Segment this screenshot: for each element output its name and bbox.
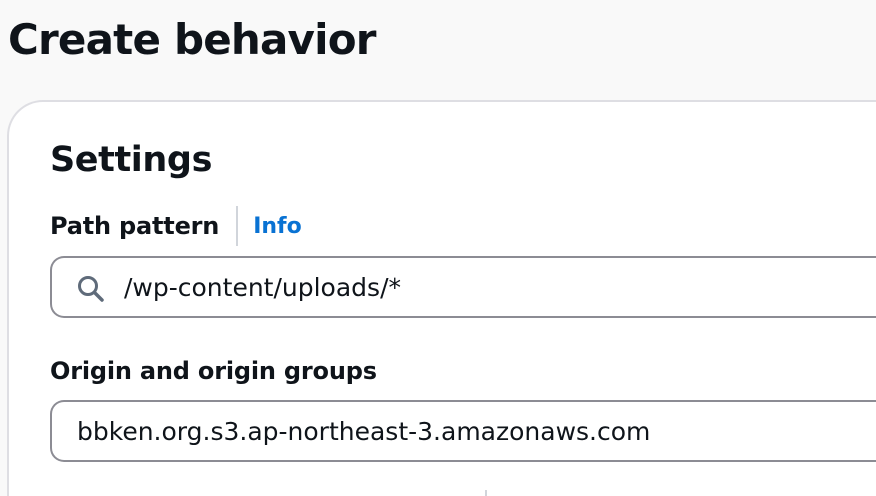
origin-field[interactable] xyxy=(77,416,837,446)
bottom-divider-tick xyxy=(485,490,487,496)
origin-label: Origin and origin groups xyxy=(50,357,377,385)
label-divider xyxy=(236,206,239,246)
search-icon xyxy=(78,276,104,302)
settings-title: Settings xyxy=(50,140,213,180)
path-pattern-label: Path pattern xyxy=(50,212,220,240)
settings-panel: Settings Path pattern Info Origin and or… xyxy=(7,100,876,496)
page-title: Create behavior xyxy=(8,15,376,64)
path-pattern-input[interactable] xyxy=(50,256,876,318)
path-pattern-info-link[interactable]: Info xyxy=(253,214,302,239)
path-pattern-label-row: Path pattern Info xyxy=(50,206,302,246)
origin-input[interactable] xyxy=(50,400,876,462)
create-behavior-page: Create behavior Settings Path pattern In… xyxy=(0,0,876,496)
origin-label-row: Origin and origin groups xyxy=(50,351,377,391)
path-pattern-field[interactable] xyxy=(124,272,876,302)
